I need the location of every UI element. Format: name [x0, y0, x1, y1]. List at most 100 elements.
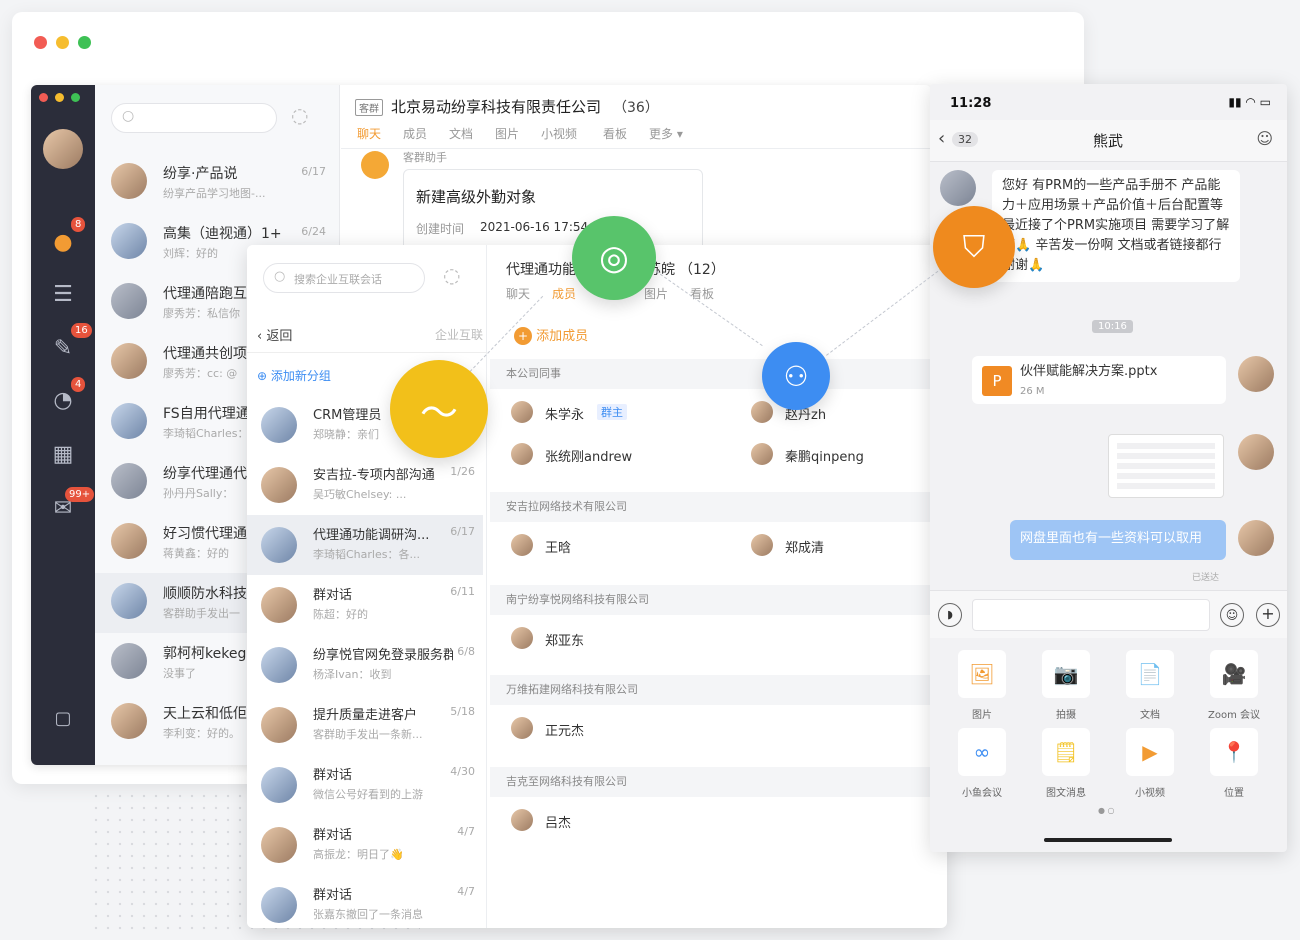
- conversation-avatar: [111, 463, 147, 499]
- conversation-avatar: [261, 527, 297, 563]
- conversation-avatar: [261, 767, 297, 803]
- enterprise-conversation-item[interactable]: 代理通功能调研沟... 李琦韬Charles：各... 6/17: [247, 515, 483, 575]
- maximize-dot[interactable]: [78, 36, 91, 49]
- conversation-avatar: [261, 707, 297, 743]
- attach-zoom-icon[interactable]: 🎥: [1210, 650, 1258, 698]
- group-tab[interactable]: 聊天: [506, 285, 530, 302]
- chat-tab[interactable]: 成员: [403, 125, 427, 142]
- image-preview: [1117, 443, 1215, 489]
- member-count: （36）: [613, 100, 659, 116]
- enterprise-conversation-item[interactable]: 安吉拉-专项内部沟通 吴巧敏Chelsey: ... 1/26: [247, 455, 483, 515]
- new-chat-icon[interactable]: ◌: [291, 103, 308, 127]
- chat-tab[interactable]: 图片: [495, 125, 519, 142]
- chat-tab[interactable]: 小视频: [541, 125, 577, 142]
- back-button[interactable]: ‹ 返回: [257, 325, 292, 344]
- card-title: 新建高级外勤对象: [416, 188, 537, 206]
- contact-name: 熊武: [1093, 132, 1124, 150]
- enterprise-conversation-item[interactable]: 群对话 张嘉东撤回了一条消息 4/7: [247, 875, 483, 928]
- voice-icon[interactable]: ◗: [938, 603, 962, 627]
- member-avatar: [511, 809, 533, 831]
- enterprise-conversation-item[interactable]: 群对话 陈超：好的 6/11: [247, 575, 483, 635]
- conversation-avatar: [111, 583, 147, 619]
- group-tab[interactable]: 成员: [552, 285, 576, 302]
- attach-image-icon[interactable]: 🖼: [958, 650, 1006, 698]
- contacts-icon[interactable]: ☰: [49, 281, 77, 309]
- incoming-message[interactable]: 您好 有PRM的一些产品手册不 产品能力＋应用场景＋产品价值＋后台配置等 最近接…: [992, 170, 1240, 282]
- screenshot-image[interactable]: [1108, 434, 1224, 498]
- group-tab[interactable]: 看板: [690, 285, 714, 302]
- search-input[interactable]: ○: [111, 103, 277, 133]
- enterprise-conversation-item[interactable]: 群对话 微信公号好看到的上游 4/30: [247, 755, 483, 815]
- attach-label: 小鱼会议: [962, 788, 1002, 799]
- back-icon[interactable]: ‹: [938, 128, 945, 149]
- conversation-preview: 张嘉东撤回了一条消息: [313, 908, 423, 921]
- contact-avatar: [940, 170, 976, 206]
- file-size: 26 M: [1020, 386, 1045, 397]
- attach-label: 图片: [972, 710, 992, 721]
- attach-location-icon[interactable]: 📍: [1210, 728, 1258, 776]
- conversation-avatar: [111, 343, 147, 379]
- chat-header: 客群 北京易动纷享科技有限责任公司 （36） 聊天 成员 文档 图片 小视频 看板 更多 ▾: [341, 85, 931, 149]
- emoji-icon[interactable]: ☺: [1220, 603, 1244, 627]
- conversation-item[interactable]: 纷享·产品说 纷享产品学习地图-... 6/17: [95, 153, 340, 213]
- back-label: 返回: [266, 329, 293, 344]
- close-dot[interactable]: [39, 93, 48, 102]
- enterprise-search-input[interactable]: ○ 搜索企业互联会话: [263, 263, 425, 293]
- member-avatar: [511, 534, 533, 556]
- conversation-preview: 李琦韬Charles：各...: [313, 548, 420, 561]
- my-avatar: [1238, 520, 1274, 556]
- chat-tab[interactable]: 聊天: [357, 125, 381, 142]
- attach-label: 小视频: [1135, 788, 1165, 799]
- add-icon: +: [514, 327, 532, 345]
- add-member-button[interactable]: + 添加成员: [514, 325, 588, 345]
- attach-article-icon[interactable]: 🗒: [1042, 728, 1090, 776]
- window-icon[interactable]: ▢: [49, 705, 77, 733]
- time-divider: 10:16: [1092, 320, 1133, 333]
- chat-tab[interactable]: 看板: [603, 125, 627, 142]
- attach-label: 位置: [1224, 788, 1244, 799]
- assistant-avatar: [361, 151, 389, 179]
- phone-navbar: ‹ 32 熊武 ☺: [930, 120, 1287, 162]
- attach-camera-icon[interactable]: 📷: [1042, 650, 1090, 698]
- member-avatar: [751, 534, 773, 556]
- enterprise-conversation-item[interactable]: 提升质量走进客户 客群助手发出一条新... 5/18: [247, 695, 483, 755]
- attach-label: 图文消息: [1046, 788, 1086, 799]
- outgoing-message[interactable]: 网盘里面也有一些资料可以取用: [1010, 520, 1226, 560]
- minimize-dot[interactable]: [56, 36, 69, 49]
- chat-title: 北京易动纷享科技有限责任公司: [391, 98, 602, 116]
- member-name: 吕杰: [545, 816, 572, 831]
- member-name: 郑亚东: [545, 634, 585, 649]
- file-message[interactable]: P 伙伴赋能解决方案.pptx 26 M: [972, 356, 1226, 404]
- chat-tab[interactable]: 更多 ▾: [649, 125, 683, 142]
- plus-icon[interactable]: +: [1256, 603, 1280, 627]
- chat-icon[interactable]: ●: [49, 229, 77, 257]
- conversation-title: 纷享·产品说: [163, 166, 238, 182]
- conversation-avatar: [111, 223, 147, 259]
- minimize-dot[interactable]: [55, 93, 64, 102]
- attach-video-icon[interactable]: ▶: [1126, 728, 1174, 776]
- chart-icon[interactable]: ◔: [49, 387, 77, 415]
- maximize-dot[interactable]: [71, 93, 80, 102]
- conversation-avatar: [111, 523, 147, 559]
- conversation-preview: 纷享产品学习地图-...: [163, 187, 266, 200]
- calendar-icon[interactable]: ▦: [49, 441, 77, 469]
- enterprise-conversation-item[interactable]: 纷享悦官网免登录服务群 杨泽Ivan：收到 6/8: [247, 635, 483, 695]
- enterprise-chat-window: ○ 搜索企业互联会话 ◌ ‹ 返回 企业互联 ⊕ 添加新分组 CRM管理员 郑晓…: [247, 245, 947, 928]
- group-tab[interactable]: 图片: [644, 285, 668, 302]
- new-chat-icon[interactable]: ◌: [443, 263, 460, 287]
- member-avatar: [511, 627, 533, 649]
- conversation-date: 4/30: [450, 765, 475, 778]
- add-group-button[interactable]: ⊕ 添加新分组: [257, 367, 331, 384]
- attach-meeting-icon[interactable]: ∞: [958, 728, 1006, 776]
- enterprise-conversation-item[interactable]: 群对话 高振龙：明日了👋 4/7: [247, 815, 483, 875]
- conversation-title: 纷享悦官网免登录服务群: [313, 648, 453, 663]
- message-input[interactable]: [972, 599, 1210, 631]
- member-avatar: [511, 717, 533, 739]
- profile-icon[interactable]: ☺: [1256, 129, 1273, 148]
- member-section-header: 吉克至网络科技有限公司: [490, 767, 947, 797]
- user-avatar[interactable]: [43, 129, 83, 169]
- chat-tab[interactable]: 文档: [449, 125, 473, 142]
- attach-document-icon[interactable]: 📄: [1126, 650, 1174, 698]
- close-dot[interactable]: [34, 36, 47, 49]
- edit-icon[interactable]: ✎: [49, 335, 77, 363]
